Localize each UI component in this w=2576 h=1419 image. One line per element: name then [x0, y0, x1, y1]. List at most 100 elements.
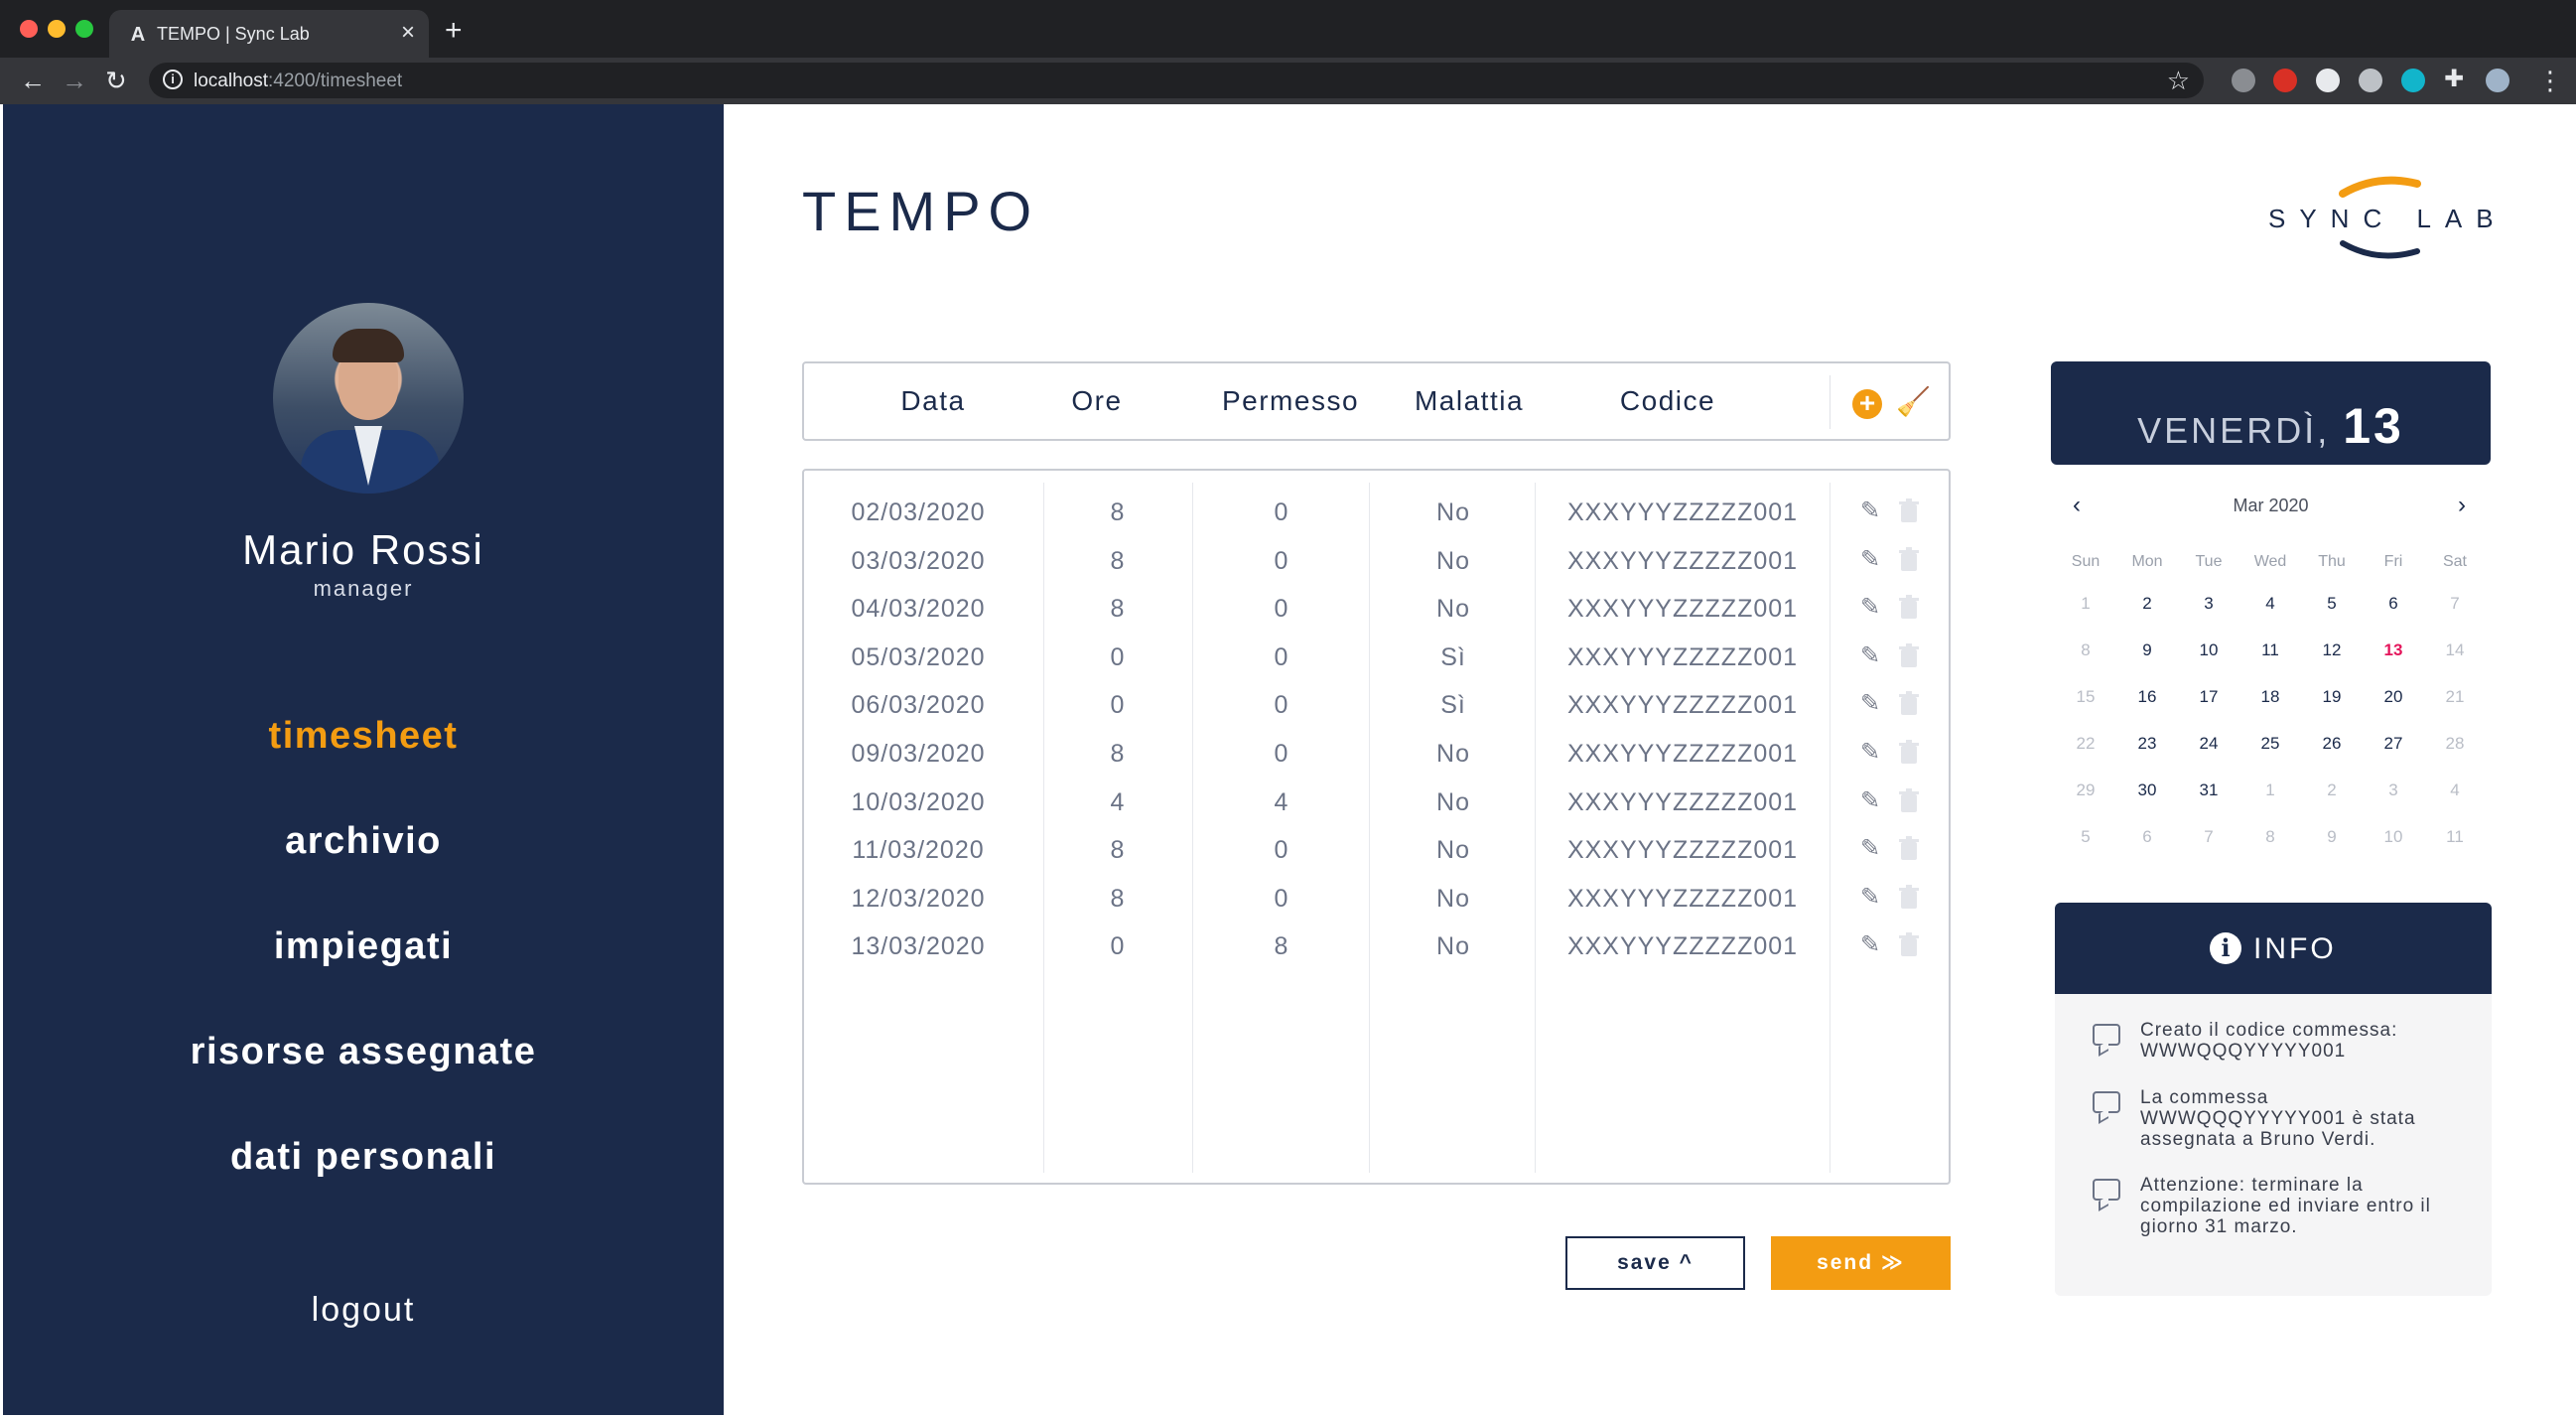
calendar-day[interactable]: 5 — [2301, 594, 2363, 614]
forward-arrow-icon[interactable]: → — [62, 66, 87, 95]
calendar-day[interactable]: 2 — [2301, 780, 2363, 800]
calendar-day[interactable]: 12 — [2301, 640, 2363, 660]
calendar-day[interactable]: 6 — [2363, 594, 2424, 614]
nav-item-impiegati[interactable]: impiegati — [3, 925, 724, 968]
delete-trash-icon[interactable] — [1898, 546, 1920, 573]
nav-item-timesheet[interactable]: timesheet — [3, 715, 724, 758]
profile-avatar-icon[interactable] — [2486, 69, 2509, 92]
calendar-day[interactable]: 11 — [2424, 827, 2486, 847]
calendar-day[interactable]: 20 — [2363, 687, 2424, 707]
nav-item-dati-personali[interactable]: dati personali — [3, 1136, 724, 1179]
minimize-window-button[interactable] — [48, 20, 66, 38]
delete-trash-icon[interactable] — [1898, 884, 1920, 911]
calendar-day[interactable]: 29 — [2055, 780, 2116, 800]
calendar-day[interactable]: 8 — [2055, 640, 2116, 660]
nav-item-archivio[interactable]: archivio — [3, 820, 724, 863]
extensions-puzzle-icon[interactable]: ✚ — [2444, 65, 2464, 94]
extension-teal-icon[interactable] — [2401, 69, 2425, 92]
calendar-day[interactable]: 22 — [2055, 734, 2116, 754]
calendar-day[interactable]: 16 — [2116, 687, 2178, 707]
edit-pencil-icon[interactable]: ✎ — [1860, 691, 1886, 717]
calendar-day[interactable]: 7 — [2424, 594, 2486, 614]
calendar-day[interactable]: 30 — [2116, 780, 2178, 800]
add-row-button[interactable]: + — [1852, 389, 1882, 419]
clear-broom-icon[interactable]: 🧹 — [1896, 385, 1931, 419]
edit-pencil-icon[interactable]: ✎ — [1860, 932, 1886, 958]
calendar-day[interactable]: 7 — [2178, 827, 2239, 847]
calendar-day[interactable]: 4 — [2239, 594, 2301, 614]
browser-tab[interactable]: A TEMPO | Sync Lab × — [109, 10, 429, 58]
calendar-day[interactable]: 9 — [2301, 827, 2363, 847]
reload-icon[interactable]: ↻ — [105, 66, 127, 95]
extension-red-icon[interactable] — [2273, 69, 2297, 92]
nav-item-risorse-assegnate[interactable]: risorse assegnate — [3, 1031, 724, 1073]
address-bar[interactable]: i localhost:4200/timesheet ☆ — [149, 63, 2204, 98]
user-name: Mario Rossi — [242, 526, 484, 573]
edit-pencil-icon[interactable]: ✎ — [1860, 595, 1886, 621]
delete-trash-icon[interactable] — [1898, 595, 1920, 621]
site-info-icon[interactable]: i — [163, 70, 183, 89]
calendar-day[interactable]: 15 — [2055, 687, 2116, 707]
calendar-next-month-icon[interactable]: › — [2458, 492, 2466, 519]
calendar-day[interactable]: 3 — [2363, 780, 2424, 800]
calendar-day[interactable]: 18 — [2239, 687, 2301, 707]
new-tab-icon[interactable]: + — [445, 16, 463, 46]
cell-permesso: 0 — [1274, 884, 1289, 913]
calendar-day[interactable]: 26 — [2301, 734, 2363, 754]
calendar-day[interactable]: 23 — [2116, 734, 2178, 754]
calendar-day[interactable]: 13 — [2363, 640, 2424, 660]
calendar-day[interactable]: 25 — [2239, 734, 2301, 754]
cell-ore: 4 — [1110, 787, 1126, 816]
calendar-day[interactable]: 2 — [2116, 594, 2178, 614]
calendar-day[interactable]: 10 — [2178, 640, 2239, 660]
sync-lab-logo: SYNC LAB — [2268, 174, 2497, 263]
calendar-day[interactable]: 9 — [2116, 640, 2178, 660]
cell-malattia: No — [1436, 546, 1470, 575]
close-window-button[interactable] — [20, 20, 38, 38]
delete-trash-icon[interactable] — [1898, 787, 1920, 814]
calendar-day[interactable]: 10 — [2363, 827, 2424, 847]
close-tab-icon[interactable]: × — [401, 20, 415, 46]
delete-trash-icon[interactable] — [1898, 691, 1920, 717]
back-arrow-icon[interactable]: ← — [20, 66, 46, 95]
extension-gray-icon[interactable] — [2359, 69, 2382, 92]
calendar-day[interactable]: 17 — [2178, 687, 2239, 707]
calendar-day[interactable]: 1 — [2055, 594, 2116, 614]
edit-pencil-icon[interactable]: ✎ — [1860, 740, 1886, 766]
calendar-day[interactable]: 19 — [2301, 687, 2363, 707]
calendar-day[interactable]: 27 — [2363, 734, 2424, 754]
calendar-day[interactable]: 24 — [2178, 734, 2239, 754]
send-button[interactable]: send ≫ — [1771, 1236, 1951, 1290]
edit-pencil-icon[interactable]: ✎ — [1860, 787, 1886, 814]
browser-menu-icon[interactable]: ⋮ — [2537, 66, 2563, 95]
maximize-window-button[interactable] — [75, 20, 93, 38]
calendar-day[interactable]: 5 — [2055, 827, 2116, 847]
delete-trash-icon[interactable] — [1898, 932, 1920, 958]
edit-pencil-icon[interactable]: ✎ — [1860, 642, 1886, 669]
edit-pencil-icon[interactable]: ✎ — [1860, 546, 1886, 573]
calendar-day[interactable]: 4 — [2424, 780, 2486, 800]
delete-trash-icon[interactable] — [1898, 740, 1920, 766]
calendar-day[interactable]: 8 — [2239, 827, 2301, 847]
delete-trash-icon[interactable] — [1898, 836, 1920, 862]
bookmark-star-icon[interactable]: ☆ — [2167, 66, 2190, 96]
extension-drive-icon[interactable] — [2232, 69, 2255, 92]
cell-malattia: Sì — [1440, 691, 1466, 720]
delete-trash-icon[interactable] — [1898, 498, 1920, 524]
save-button[interactable]: save ^ — [1565, 1236, 1745, 1290]
delete-trash-icon[interactable] — [1898, 642, 1920, 669]
calendar-day[interactable]: 1 — [2239, 780, 2301, 800]
calendar-day[interactable]: 31 — [2178, 780, 2239, 800]
logout-link[interactable]: logout — [3, 1291, 724, 1330]
extension-white-icon[interactable] — [2316, 69, 2340, 92]
edit-pencil-icon[interactable]: ✎ — [1860, 836, 1886, 862]
calendar-day[interactable]: 3 — [2178, 594, 2239, 614]
calendar-day[interactable]: 6 — [2116, 827, 2178, 847]
calendar-day[interactable]: 21 — [2424, 687, 2486, 707]
calendar-day[interactable]: 28 — [2424, 734, 2486, 754]
calendar-day[interactable]: 14 — [2424, 640, 2486, 660]
edit-pencil-icon[interactable]: ✎ — [1860, 884, 1886, 911]
edit-pencil-icon[interactable]: ✎ — [1860, 498, 1886, 524]
calendar-day[interactable]: 11 — [2239, 640, 2301, 660]
cell-permesso: 0 — [1274, 740, 1289, 768]
